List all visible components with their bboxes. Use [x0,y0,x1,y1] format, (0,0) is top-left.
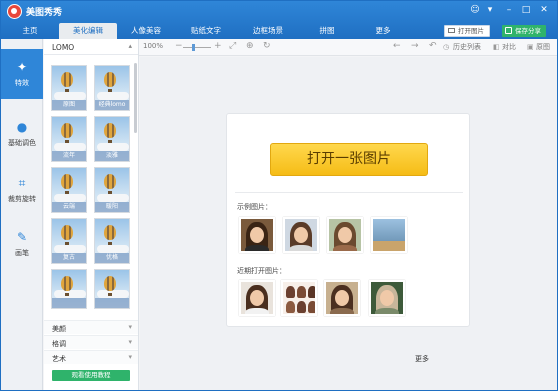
nav-effects[interactable]: ✦ 特效 [1,49,43,99]
tab-stickers-text[interactable]: 贴纸文字 [175,23,237,39]
crop-icon: ⌗ [18,176,26,190]
sample-photo[interactable] [371,217,407,253]
zoom-out-icon[interactable]: − [175,41,183,52]
divider [235,192,463,193]
reset-icon[interactable]: ↶ [429,41,437,52]
balloon-icon [61,225,73,240]
balloon-icon [61,174,73,189]
history-icon: ◷ [443,43,450,51]
rotate-icon[interactable]: ↻ [263,41,271,52]
menu-dropdown-icon[interactable]: ▾ [484,4,496,16]
minimize-button[interactable]: – [503,4,515,16]
save-share-button[interactable]: 保存分享 [502,25,546,37]
magic-wand-icon: ✦ [16,60,28,74]
zoom-slider[interactable] [183,47,211,48]
sample-photo[interactable] [327,217,363,253]
tab-portrait[interactable]: 人像美容 [117,23,175,39]
effect-thumb[interactable]: 经典lomo [94,65,130,111]
balloon-icon [104,174,116,189]
title-bar: 美图秀秀 ☺ ▾ – □ ✕ 主页 美化编辑 人像美容 贴纸文字 边框场景 拼图… [1,1,557,39]
chevron-down-icon: ▾ [128,338,132,346]
palette-icon: ● [16,120,28,134]
original-button[interactable]: 原图 [536,42,550,52]
effects-panel: LOMO ▴ 原图 经典lomo 流年 淡雅 云端 暖阳 复古 优格 美颜 ▾ … [44,39,139,390]
effect-thumb[interactable]: 云端 [51,167,87,213]
tab-collage[interactable]: 拼图 [299,23,355,39]
chevron-down-icon: ▾ [128,353,132,361]
effect-thumb[interactable]: 复古 [51,218,87,264]
effect-thumb[interactable] [94,269,130,309]
chevron-up-icon: ▴ [128,42,132,50]
close-button[interactable]: ✕ [538,4,550,16]
effect-thumb[interactable]: 淡雅 [94,116,130,162]
effect-thumb[interactable] [51,269,87,309]
nav-basic-color[interactable]: ● 基础调色 [1,109,43,159]
maximize-button[interactable]: □ [520,4,532,16]
balloon-icon [61,276,73,291]
balloon-icon [104,276,116,291]
sample-images-label: 示例图片： [237,203,272,211]
effect-thumb[interactable]: 流年 [51,116,87,162]
panel-scrollbar[interactable] [134,63,137,133]
section-beauty[interactable]: 美颜 ▾ [44,320,138,334]
recent-photo[interactable] [369,280,405,316]
effect-thumb[interactable]: 优格 [94,218,130,264]
balloon-icon [61,123,73,138]
nav-crop-rotate[interactable]: ⌗ 裁剪旋转 [1,165,43,215]
original-icon: ▣ [527,43,534,51]
compare-button[interactable]: 对比 [502,42,516,52]
recent-photo[interactable] [324,280,360,316]
section-art[interactable]: 艺术 ▾ [44,350,138,364]
open-one-image-button[interactable]: 打开一张图片 [270,143,428,176]
edit-toolbar: 100% − + ⤢ ⊕ ↻ ← → ↶ ◷ 历史列表 ◧ 对比 ▣ 原图 [139,39,557,56]
feedback-icon[interactable]: ☺ [469,4,481,16]
more-recent-link[interactable]: 更多 [415,354,429,364]
open-image-card: 打开一张图片 示例图片： 近期打开图片： 更多 [226,113,470,363]
compare-icon: ◧ [493,43,500,51]
tab-beautify-edit[interactable]: 美化编辑 [59,23,117,39]
app-logo-icon [7,4,22,19]
actual-size-icon[interactable]: ⊕ [246,41,254,52]
left-nav: ✦ 特效 ● 基础调色 ⌗ 裁剪旋转 ✎ 画笔 [1,39,43,390]
recent-images-label: 近期打开图片： [237,267,286,275]
zoom-level: 100% [143,42,164,50]
watch-tutorial-button[interactable]: 观看使用教程 [52,370,130,381]
redo-icon[interactable]: → [411,41,419,52]
chevron-down-icon: ▾ [128,323,132,331]
tab-frames-scenes[interactable]: 边框场景 [237,23,299,39]
history-list-button[interactable]: 历史列表 [453,42,481,52]
canvas-area: 打开一张图片 示例图片： 近期打开图片： 更多 [140,57,557,390]
app-window: 美图秀秀 ☺ ▾ – □ ✕ 主页 美化编辑 人像美容 贴纸文字 边框场景 拼图… [0,0,558,391]
zoom-in-icon[interactable]: + [214,41,222,52]
category-label: LOMO [52,43,75,52]
effect-thumb[interactable]: 原图 [51,65,87,111]
category-select[interactable]: LOMO ▴ [44,39,138,55]
sample-photo[interactable] [283,217,319,253]
tab-more[interactable]: 更多 [355,23,411,39]
undo-icon[interactable]: ← [393,41,401,52]
recent-photo[interactable] [281,280,317,316]
balloon-icon [104,72,116,87]
app-title: 美图秀秀 [26,8,63,18]
brush-icon: ✎ [16,230,28,244]
effect-thumb[interactable]: 暖阳 [94,167,130,213]
balloon-icon [61,72,73,87]
sample-photo[interactable] [239,217,275,253]
balloon-icon [104,225,116,240]
open-image-button[interactable]: 打开图片 [444,25,490,37]
recent-photo[interactable] [239,280,275,316]
fit-screen-icon[interactable]: ⤢ [229,41,236,52]
image-icon [448,28,455,33]
balloon-icon [104,123,116,138]
tab-home[interactable]: 主页 [1,23,59,39]
section-style[interactable]: 格调 ▾ [44,335,138,349]
nav-brush[interactable]: ✎ 画笔 [1,219,43,269]
zoom-slider-knob[interactable] [192,44,195,51]
main-tabs: 主页 美化编辑 人像美容 贴纸文字 边框场景 拼图 更多 [1,23,411,39]
save-icon [505,27,512,34]
